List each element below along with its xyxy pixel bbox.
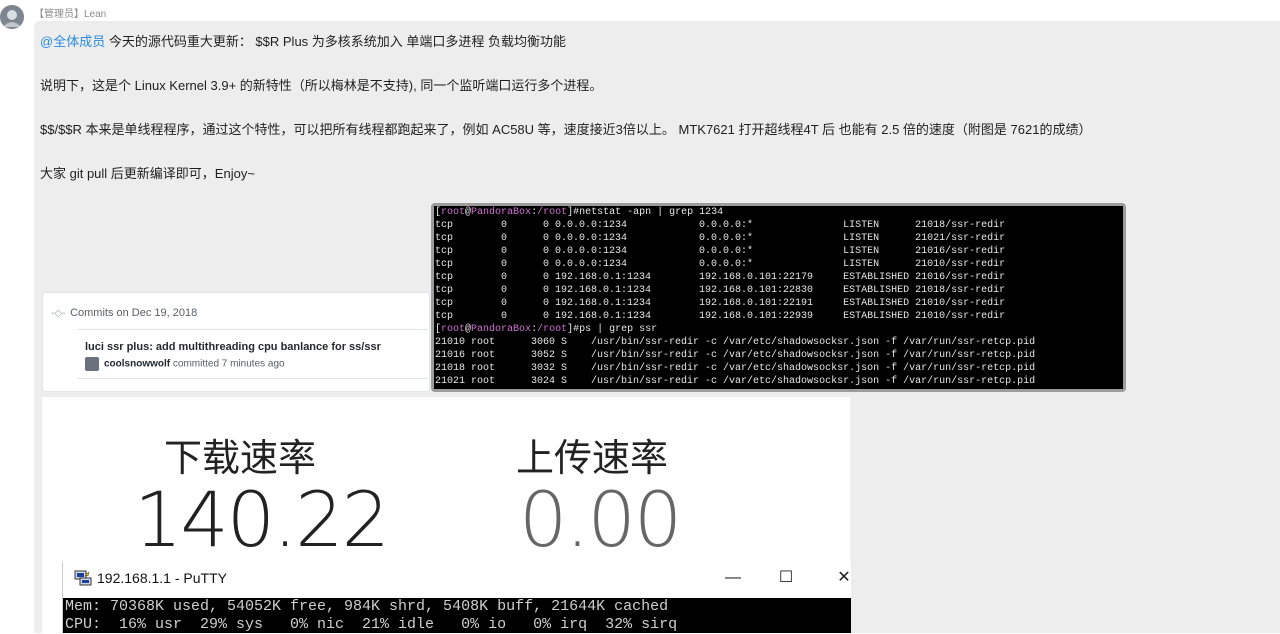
terminal-prompt-ps: [root@PandoraBox:/root]#ps | grep ssr	[435, 324, 658, 335]
putty-mem-line: Mem: 70368K used, 54052K free, 984K shrd…	[65, 598, 669, 615]
terminal-output: [root@PandoraBox:/root]#netstat -apn | g…	[434, 206, 1123, 389]
commit-meta: coolsnowwolf committed 7 minutes ago	[85, 357, 285, 371]
terminal-line: tcp 0 0 192.168.0.1:1234 192.168.0.101:2…	[435, 285, 1006, 296]
upload-speed-value: 0.00	[519, 475, 682, 564]
putty-title: 192.168.1.1 - PuTTY	[97, 570, 227, 586]
commits-date: Commits on Dec 19, 2018	[70, 307, 198, 319]
terminal-line: tcp 0 0 0.0.0.0:1234 0.0.0.0:* LISTEN 21…	[435, 259, 1006, 270]
mention-all-members[interactable]: @全体成员	[40, 34, 105, 49]
commits-header: -◇- Commits on Dec 19, 2018	[51, 307, 197, 319]
author-name[interactable]: 【管理员】Lean	[34, 5, 106, 20]
terminal-screenshot: [root@PandoraBox:/root]#netstat -apn | g…	[431, 203, 1126, 392]
putty-cpu-line: CPU: 16% usr 29% sys 0% nic 21% idle 0% …	[65, 616, 678, 633]
author-avatar[interactable]	[0, 5, 24, 29]
commit-title[interactable]: luci ssr plus: add multithreading cpu ba…	[85, 341, 381, 353]
terminal-line: tcp 0 0 0.0.0.0:1234 0.0.0.0:* LISTEN 21…	[435, 233, 1006, 244]
commit-item[interactable]: luci ssr plus: add multithreading cpu ba…	[78, 329, 428, 379]
minimize-button[interactable]: —	[721, 566, 745, 590]
terminal-line: 21016 root 3052 S /usr/bin/ssr-redir -c …	[435, 350, 1036, 361]
commit-time: committed 7 minutes ago	[170, 358, 285, 370]
terminal-line: tcp 0 0 192.168.0.1:1234 192.168.0.101:2…	[435, 311, 1006, 322]
maximize-button[interactable]: ☐	[774, 566, 798, 590]
message-line-4: 大家 git pull 后更新编译即可，Enjoy~	[40, 166, 255, 181]
committer-name[interactable]: coolsnowwolf	[104, 359, 170, 370]
putty-terminal[interactable]: Mem: 70368K used, 54052K free, 984K shrd…	[63, 598, 851, 633]
commit-icon: -◇-	[51, 308, 66, 319]
message-line-1: @全体成员 今天的源代码重大更新： $$R Plus 为多核系统加入 单端口多进…	[40, 31, 566, 50]
terminal-line: tcp 0 0 0.0.0.0:1234 0.0.0.0:* LISTEN 21…	[435, 246, 1006, 257]
terminal-line: tcp 0 0 192.168.0.1:1234 192.168.0.101:2…	[435, 272, 1006, 283]
message-line-3: $$/$$R 本来是单线程程序，通过这个特性，可以把所有线程都跑起来了，例如 A…	[40, 122, 1092, 137]
message-line-2: 说明下，这是个 Linux Kernel 3.9+ 的新特性（所以梅林是不支持)…	[40, 78, 603, 93]
putty-app-icon	[74, 570, 92, 586]
putty-window: 192.168.1.1 - PuTTY — ☐ ✕ Mem: 70368K us…	[62, 562, 851, 633]
message-line-1-text: 今天的源代码重大更新： $$R Plus 为多核系统加入 单端口多进程 负载均衡…	[105, 34, 567, 49]
terminal-line: 21021 root 3024 S /usr/bin/ssr-redir -c …	[435, 376, 1036, 387]
upload-speed-label: 上传速率	[516, 436, 669, 480]
download-speed-label: 下载速率	[164, 436, 317, 480]
terminal-line: tcp 0 0 0.0.0.0:1234 0.0.0.0:* LISTEN 21…	[435, 220, 1006, 231]
terminal-line: 21018 root 3032 S /usr/bin/ssr-redir -c …	[435, 363, 1036, 374]
commits-card: -◇- Commits on Dec 19, 2018 luci ssr plu…	[42, 292, 430, 392]
terminal-line: tcp 0 0 192.168.0.1:1234 192.168.0.101:2…	[435, 298, 1006, 309]
close-button[interactable]: ✕	[832, 566, 856, 590]
download-speed-value: 140.22	[134, 475, 390, 564]
terminal-line: 21010 root 3060 S /usr/bin/ssr-redir -c …	[435, 337, 1036, 348]
committer-avatar-icon[interactable]	[85, 357, 99, 371]
putty-titlebar[interactable]: 192.168.1.1 - PuTTY — ☐ ✕	[63, 562, 851, 596]
terminal-prompt-netstat: [root@PandoraBox:/root]#netstat -apn | g…	[435, 207, 724, 218]
